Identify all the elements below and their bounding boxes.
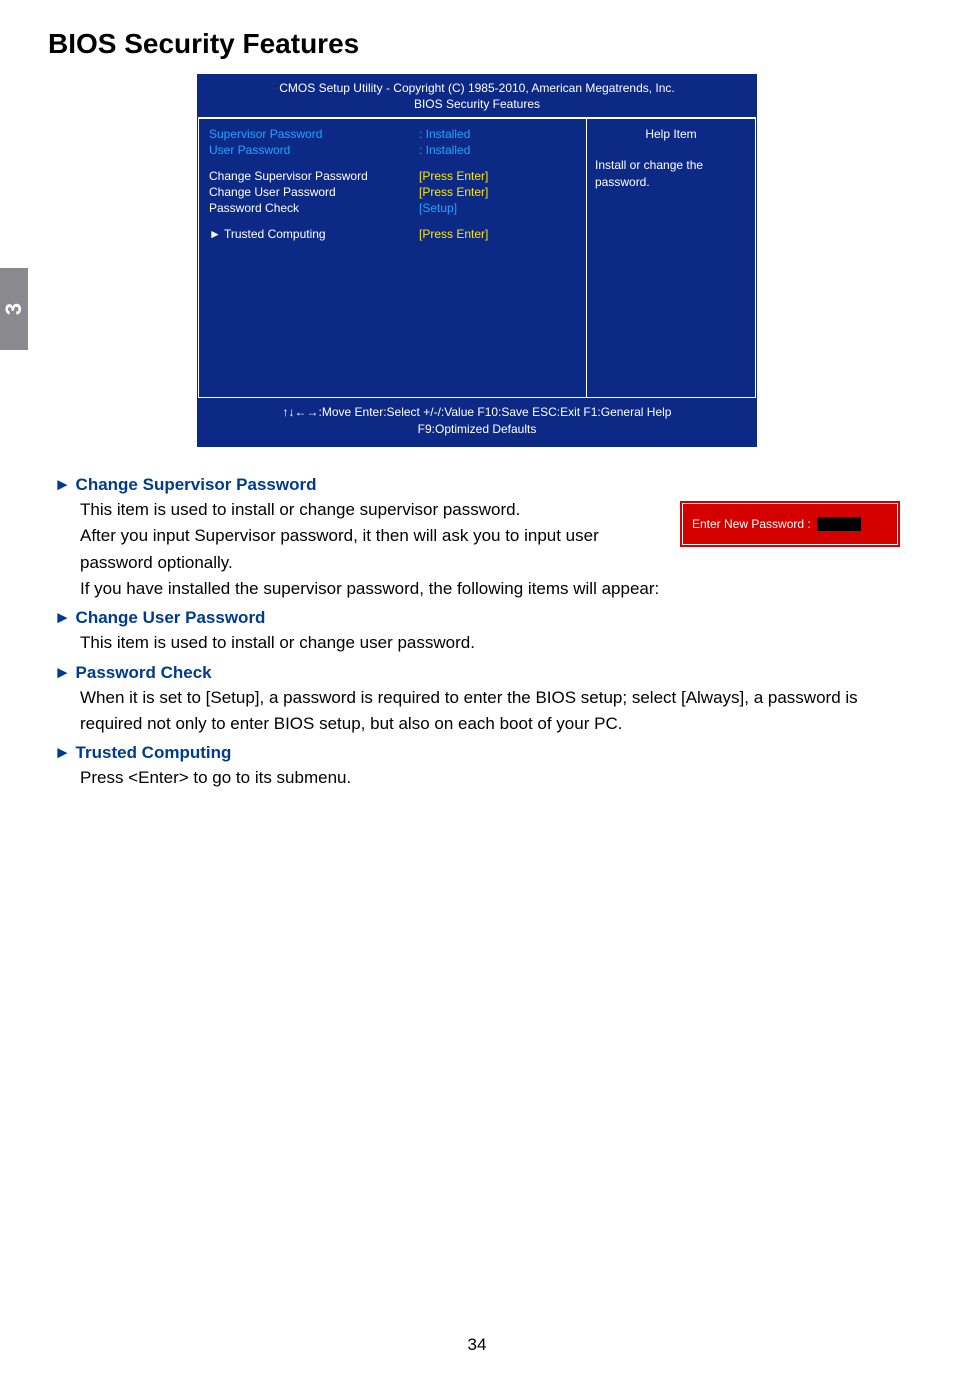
- bios-help-panel: Help Item Install or change the password…: [586, 118, 756, 398]
- bios-main-panel: Supervisor Password : Installed User Pas…: [198, 118, 586, 398]
- change-supervisor-label: Change Supervisor Password: [209, 169, 419, 183]
- bios-footer-line2: F9:Optimized Defaults: [202, 421, 752, 438]
- bios-footer-line1: ↑↓←→:Move Enter:Select +/-/:Value F10:Sa…: [202, 404, 752, 421]
- bios-row-password-check[interactable]: Password Check [Setup]: [209, 201, 576, 215]
- chapter-number: 3: [1, 303, 27, 315]
- change-supervisor-value: [Press Enter]: [419, 169, 576, 183]
- enter-password-label: Enter New Password :: [692, 517, 811, 531]
- section-change-supervisor-title: ► Change Supervisor Password: [54, 475, 900, 495]
- section-trusted-computing-title: ► Trusted Computing: [54, 743, 900, 763]
- help-title: Help Item: [587, 119, 755, 149]
- password-check-label: Password Check: [209, 201, 419, 215]
- bios-row-supervisor[interactable]: Supervisor Password : Installed: [209, 127, 576, 141]
- password-check-p1: When it is set to [Setup], a password is…: [80, 685, 900, 738]
- section-password-check-title: ► Password Check: [54, 663, 900, 683]
- change-supervisor-p1: This item is used to install or change s…: [80, 497, 662, 523]
- change-supervisor-p2: After you input Supervisor password, it …: [80, 523, 662, 576]
- bios-title-line2: BIOS Security Features: [204, 96, 750, 112]
- enter-password-dialog: Enter New Password :: [680, 501, 900, 547]
- change-user-label: Change User Password: [209, 185, 419, 199]
- page-title: BIOS Security Features: [48, 28, 906, 60]
- change-supervisor-p3: If you have installed the supervisor pas…: [80, 576, 662, 602]
- supervisor-password-label: Supervisor Password: [209, 127, 419, 141]
- change-user-value: [Press Enter]: [419, 185, 576, 199]
- bios-footer: ↑↓←→:Move Enter:Select +/-/:Value F10:Sa…: [198, 398, 756, 446]
- password-check-value: [Setup]: [419, 201, 576, 215]
- enter-password-input[interactable]: [817, 517, 861, 531]
- bios-window: CMOS Setup Utility - Copyright (C) 1985-…: [197, 74, 757, 447]
- section-change-user-title: ► Change User Password: [54, 608, 900, 628]
- bios-row-user[interactable]: User Password : Installed: [209, 143, 576, 157]
- trusted-computing-p1: Press <Enter> to go to its submenu.: [80, 765, 900, 791]
- user-password-label: User Password: [209, 143, 419, 157]
- trusted-computing-label: ► Trusted Computing: [209, 227, 419, 241]
- bios-title: CMOS Setup Utility - Copyright (C) 1985-…: [198, 75, 756, 117]
- supervisor-password-value: : Installed: [419, 127, 576, 141]
- bios-row-change-supervisor[interactable]: Change Supervisor Password [Press Enter]: [209, 169, 576, 183]
- bios-title-line1: CMOS Setup Utility - Copyright (C) 1985-…: [204, 80, 750, 96]
- user-password-value: : Installed: [419, 143, 576, 157]
- change-user-p1: This item is used to install or change u…: [80, 630, 900, 656]
- chapter-side-tab: 3: [0, 268, 28, 350]
- trusted-computing-value: [Press Enter]: [419, 227, 576, 241]
- help-text: Install or change the password.: [587, 149, 755, 397]
- bios-row-change-user[interactable]: Change User Password [Press Enter]: [209, 185, 576, 199]
- page-number: 34: [0, 1335, 954, 1355]
- bios-row-trusted-computing[interactable]: ► Trusted Computing [Press Enter]: [209, 227, 576, 241]
